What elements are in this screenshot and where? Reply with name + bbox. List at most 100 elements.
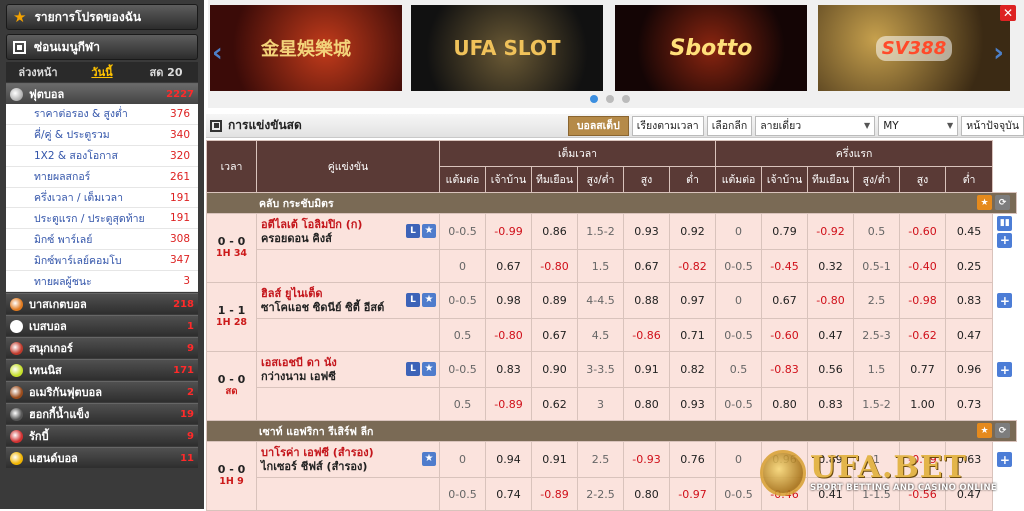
stats-icon[interactable]: ▮▮ bbox=[997, 215, 1013, 231]
odds-price-cell[interactable]: 0.25 bbox=[945, 249, 994, 283]
odds-price-cell[interactable]: 0.80 bbox=[761, 387, 809, 421]
sport-item[interactable]: เทนนิส 171 bbox=[6, 359, 198, 381]
favorite-star-icon[interactable]: ★ bbox=[422, 362, 436, 376]
refresh-icon[interactable]: ⟳ bbox=[995, 423, 1011, 438]
odds-price-cell[interactable]: 0.96 bbox=[945, 351, 994, 388]
odds-price-cell[interactable]: -0.98 bbox=[899, 282, 947, 319]
odds-price-cell[interactable]: 0.92 bbox=[668, 213, 717, 250]
home-team[interactable]: บาโรค่า เอฟซี (สำรอง) bbox=[261, 446, 439, 460]
odds-price-cell[interactable]: -0.56 bbox=[899, 477, 947, 511]
odds-price-cell[interactable]: 0.83 bbox=[807, 387, 855, 421]
hide-sports-menu-header[interactable]: ซ่อนเมนูกีฬา bbox=[6, 34, 198, 60]
carousel-dot[interactable] bbox=[590, 95, 598, 103]
odds-price-cell[interactable]: -0.82 bbox=[668, 249, 717, 283]
sport-item[interactable]: รักบี้ 9 bbox=[6, 425, 198, 447]
odds-price-cell[interactable]: -0.60 bbox=[761, 318, 809, 352]
odds-price-cell[interactable]: 0.88 bbox=[623, 282, 670, 319]
odds-price-cell[interactable]: 0.83 bbox=[945, 282, 994, 319]
chevron-right-icon[interactable]: › bbox=[993, 38, 1004, 68]
carousel-dot[interactable] bbox=[622, 95, 630, 103]
sport-item[interactable]: สนุกเกอร์ 9 bbox=[6, 337, 198, 359]
submenu-item[interactable]: มิกซ์ พาร์เลย์ 308 bbox=[6, 229, 198, 251]
odds-price-cell[interactable]: 0.47 bbox=[945, 318, 994, 352]
odds-price-cell[interactable]: 0.80 bbox=[623, 477, 670, 511]
banner-sv388[interactable]: SV388 bbox=[818, 5, 1010, 91]
live-info-icon[interactable]: L bbox=[406, 293, 420, 307]
odds-price-cell[interactable]: -0.89 bbox=[531, 477, 578, 511]
odds-price-cell[interactable]: -0.45 bbox=[761, 249, 809, 283]
submenu-item[interactable]: ทายผลสกอร์ 261 bbox=[6, 167, 198, 188]
favorite-icon[interactable]: ★ bbox=[977, 195, 993, 210]
odds-price-cell[interactable]: -0.40 bbox=[899, 249, 947, 283]
odds-price-cell[interactable]: 0.79 bbox=[761, 213, 809, 250]
more-bets-icon[interactable]: + bbox=[997, 232, 1013, 248]
odds-type-select[interactable]: ลายเดี่ยว ▼ bbox=[755, 115, 876, 136]
odds-price-cell[interactable]: 0.90 bbox=[531, 351, 578, 388]
odds-price-cell[interactable]: 0.82 bbox=[668, 351, 717, 388]
odds-price-cell[interactable]: 0.94 bbox=[485, 441, 532, 478]
odds-price-cell[interactable]: 0.56 bbox=[807, 351, 855, 388]
banner-venus-casino[interactable]: 金星娛樂城 bbox=[210, 5, 402, 91]
odds-price-cell[interactable]: 0.98 bbox=[485, 282, 532, 319]
odds-price-cell[interactable]: 0.93 bbox=[668, 387, 717, 421]
banner-sbotto-casino[interactable]: Sbotto bbox=[615, 5, 807, 91]
carousel-dot[interactable] bbox=[606, 95, 614, 103]
favorite-star-icon[interactable]: ★ bbox=[422, 452, 436, 466]
odds-price-cell[interactable]: 0.47 bbox=[807, 318, 855, 352]
odds-price-cell[interactable]: -0.60 bbox=[899, 213, 947, 250]
more-bets-icon[interactable]: + bbox=[997, 452, 1013, 468]
odds-price-cell[interactable]: 0.96 bbox=[761, 441, 809, 478]
odds-price-cell[interactable]: 0.74 bbox=[485, 477, 532, 511]
chevron-left-icon[interactable]: ‹ bbox=[212, 38, 223, 68]
sport-item[interactable]: บาสเกตบอล 218 bbox=[6, 293, 198, 315]
odds-price-cell[interactable]: 0.77 bbox=[899, 351, 947, 388]
odds-price-cell[interactable]: -0.80 bbox=[485, 318, 532, 352]
favorite-star-icon[interactable]: ★ bbox=[422, 224, 436, 238]
odds-price-cell[interactable]: -0.62 bbox=[899, 318, 947, 352]
odds-price-cell[interactable]: 0.41 bbox=[807, 477, 855, 511]
odds-price-cell[interactable]: -0.80 bbox=[807, 282, 855, 319]
odds-price-cell[interactable]: 0.32 bbox=[807, 249, 855, 283]
submenu-item[interactable]: ทายผลผู้ชนะ 3 bbox=[6, 271, 198, 293]
submenu-item[interactable]: มิกซ์พาร์เลย์คอมโบ 347 bbox=[6, 250, 198, 272]
tab-live[interactable]: สด 20 bbox=[134, 62, 198, 82]
odds-price-cell[interactable]: 0.91 bbox=[623, 351, 670, 388]
odds-price-cell[interactable]: 0.45 bbox=[945, 213, 994, 250]
close-icon[interactable]: ✕ bbox=[1000, 5, 1016, 21]
odds-price-cell[interactable]: 0.47 bbox=[945, 477, 994, 511]
odds-price-cell[interactable]: 0.93 bbox=[623, 213, 670, 250]
favorites-header[interactable]: ★ รายการโปรดของฉัน bbox=[6, 4, 198, 30]
odds-price-cell[interactable]: 0.86 bbox=[531, 213, 578, 250]
submenu-item[interactable]: ประตูแรก / ประตูสุดท้าย 191 bbox=[6, 208, 198, 230]
odds-price-cell[interactable]: 0.62 bbox=[531, 387, 578, 421]
banner-ufaslot[interactable]: UFA SLOT bbox=[411, 5, 603, 91]
submenu-item[interactable]: คี่/คู่ & ประตูรวม 340 bbox=[6, 125, 198, 146]
odds-price-cell[interactable]: -0.83 bbox=[761, 351, 809, 388]
collapse-icon[interactable] bbox=[210, 119, 222, 132]
odds-price-cell[interactable]: -0.46 bbox=[761, 477, 809, 511]
odds-price-cell[interactable]: 0.71 bbox=[668, 318, 717, 352]
live-info-icon[interactable]: L bbox=[406, 362, 420, 376]
refresh-icon[interactable]: ⟳ bbox=[995, 195, 1011, 210]
odds-price-cell[interactable]: 0.67 bbox=[485, 249, 532, 283]
odds-price-cell[interactable]: 0.67 bbox=[531, 318, 578, 352]
odds-format-select[interactable]: MY ▼ bbox=[878, 115, 959, 136]
sort-by-time-button[interactable]: เรียงตามเวลา bbox=[631, 115, 704, 136]
sport-item[interactable]: เบสบอล 1 bbox=[6, 315, 198, 337]
more-bets-icon[interactable]: + bbox=[997, 293, 1013, 308]
more-bets-icon[interactable]: + bbox=[997, 362, 1013, 377]
odds-price-cell[interactable]: 0.67 bbox=[623, 249, 670, 283]
favorite-icon[interactable]: ★ bbox=[977, 423, 993, 438]
odds-price-cell[interactable]: 0.89 bbox=[531, 282, 578, 319]
odds-price-cell[interactable]: 0.97 bbox=[668, 282, 717, 319]
submenu-item[interactable]: 1X2 & สองโอกาส 320 bbox=[6, 146, 198, 167]
odds-price-cell[interactable]: 0.91 bbox=[531, 441, 578, 478]
odds-price-cell[interactable]: -0.79 bbox=[899, 441, 947, 478]
odds-price-cell[interactable]: 0.76 bbox=[668, 441, 717, 478]
odds-price-cell[interactable]: 0.63 bbox=[945, 441, 994, 478]
sport-item[interactable]: แฮนด์บอล 11 bbox=[6, 447, 198, 469]
odds-price-cell[interactable]: -0.97 bbox=[668, 477, 717, 511]
odds-price-cell[interactable]: -0.92 bbox=[807, 213, 855, 250]
odds-price-cell[interactable]: 0.73 bbox=[945, 387, 994, 421]
tab-today[interactable]: วันนี้ bbox=[70, 62, 134, 82]
